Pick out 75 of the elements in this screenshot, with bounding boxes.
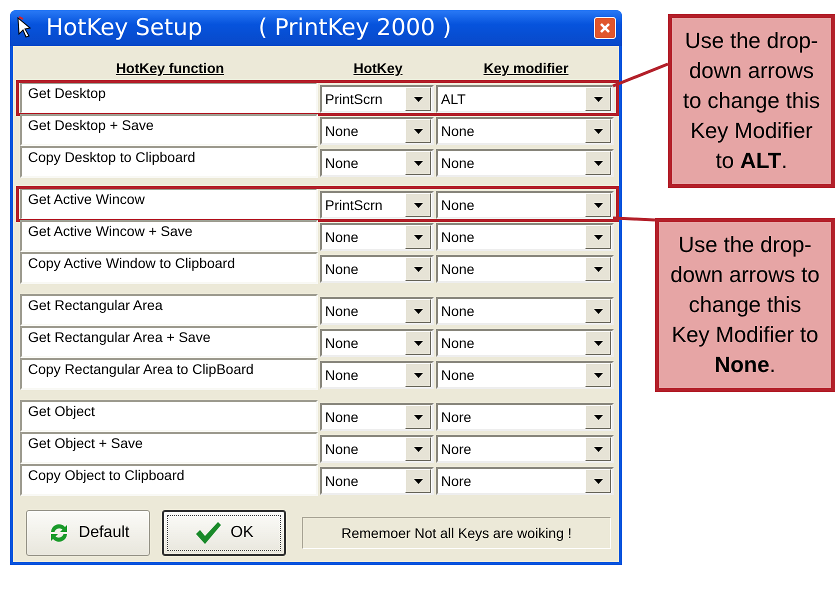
function-cell: Get Rectangular Area + Save — [20, 326, 318, 358]
function-cell: Get Object — [20, 400, 318, 432]
caret-icon — [414, 234, 422, 240]
function-cell: Copy Object to Clipboard — [20, 464, 318, 496]
callout-note: Use the drop-down arrows to change this Key Modifier to None. — [655, 218, 835, 392]
modifier-dropdown[interactable]: None — [436, 329, 614, 357]
modifier-dropdown[interactable]: None — [436, 297, 614, 325]
close-button[interactable] — [594, 17, 616, 39]
dialog-button[interactable]: Default — [26, 510, 150, 556]
caret-icon — [414, 308, 422, 314]
hotkey-dropdown[interactable]: None — [320, 329, 434, 357]
modifier-dropdown[interactable]: ALT — [436, 85, 614, 113]
caret-icon — [594, 446, 602, 452]
column-header: Key modifier — [484, 60, 568, 76]
caret-icon — [594, 96, 602, 102]
modifier-dropdown[interactable]: None — [436, 117, 614, 145]
hotkey-dropdown[interactable]: None — [320, 255, 434, 283]
hotkey-dropdown[interactable]: None — [320, 467, 434, 495]
caret-icon — [414, 372, 422, 378]
caret-icon — [414, 478, 422, 484]
function-cell: Copy Active Window to Clipboard — [20, 252, 318, 284]
caret-icon — [594, 372, 602, 378]
modifier-dropdown[interactable]: None — [436, 191, 614, 219]
hotkey-dropdown[interactable]: None — [320, 361, 434, 389]
hotkey-dropdown[interactable]: None — [320, 435, 434, 463]
function-cell: Get Object + Save — [20, 432, 318, 464]
caret-icon — [414, 414, 422, 420]
hotkey-dropdown[interactable]: None — [320, 297, 434, 325]
caret-icon — [414, 96, 422, 102]
column-header: HotKey function — [116, 60, 224, 76]
function-cell: Copy Desktop to Clipboard — [20, 146, 318, 178]
caret-icon — [414, 266, 422, 272]
caret-icon — [414, 340, 422, 346]
caret-icon — [414, 160, 422, 166]
modifier-dropdown[interactable]: Nore — [436, 467, 614, 495]
caret-icon — [594, 128, 602, 134]
hotkey-dropdown[interactable]: None — [320, 403, 434, 431]
caret-icon — [594, 340, 602, 346]
window-subtitle: ( PrintKey 2000 ) — [258, 15, 452, 41]
callout-note: Use the drop-down arrows to change this Key Modifier to ALT. — [668, 14, 835, 188]
function-cell: Get Rectangular Area — [20, 294, 318, 326]
caret-icon — [594, 234, 602, 240]
modifier-dropdown[interactable]: None — [436, 223, 614, 251]
hotkey-dropdown[interactable]: None — [320, 117, 434, 145]
leader-line — [612, 216, 656, 222]
caret-icon — [414, 446, 422, 452]
function-cell: Get Desktop — [20, 82, 318, 114]
caret-icon — [414, 202, 422, 208]
modifier-dropdown[interactable]: None — [436, 149, 614, 177]
column-header: HotKey — [353, 60, 402, 76]
function-cell: Get Active Wincow — [20, 188, 318, 220]
hotkey-dropdown[interactable]: None — [320, 149, 434, 177]
modifier-dropdown[interactable]: None — [436, 255, 614, 283]
hotkey-dropdown[interactable]: PrintScrn — [320, 191, 434, 219]
function-cell: Get Active Wincow + Save — [20, 220, 318, 252]
hotkey-dropdown[interactable]: None — [320, 223, 434, 251]
modifier-dropdown[interactable]: Nore — [436, 403, 614, 431]
caret-icon — [594, 202, 602, 208]
caret-icon — [594, 160, 602, 166]
leader-line — [612, 62, 669, 88]
caret-icon — [594, 266, 602, 272]
status-message: Rememoer Not all Keys are woiking ! — [302, 517, 611, 549]
modifier-dropdown[interactable]: None — [436, 361, 614, 389]
caret-icon — [594, 414, 602, 420]
caret-icon — [594, 308, 602, 314]
caret-icon — [414, 128, 422, 134]
function-cell: Get Desktop + Save — [20, 114, 318, 146]
window-title: HotKey Setup — [46, 15, 202, 41]
modifier-dropdown[interactable]: Nore — [436, 435, 614, 463]
caret-icon — [594, 478, 602, 484]
function-cell: Copy Rectangular Area to ClipBoard — [20, 358, 318, 390]
close-icon — [599, 22, 611, 34]
checkmark-icon — [194, 521, 222, 545]
hotkey-dropdown[interactable]: PrintScrn — [320, 85, 434, 113]
dialog-button[interactable]: OK — [162, 510, 286, 556]
